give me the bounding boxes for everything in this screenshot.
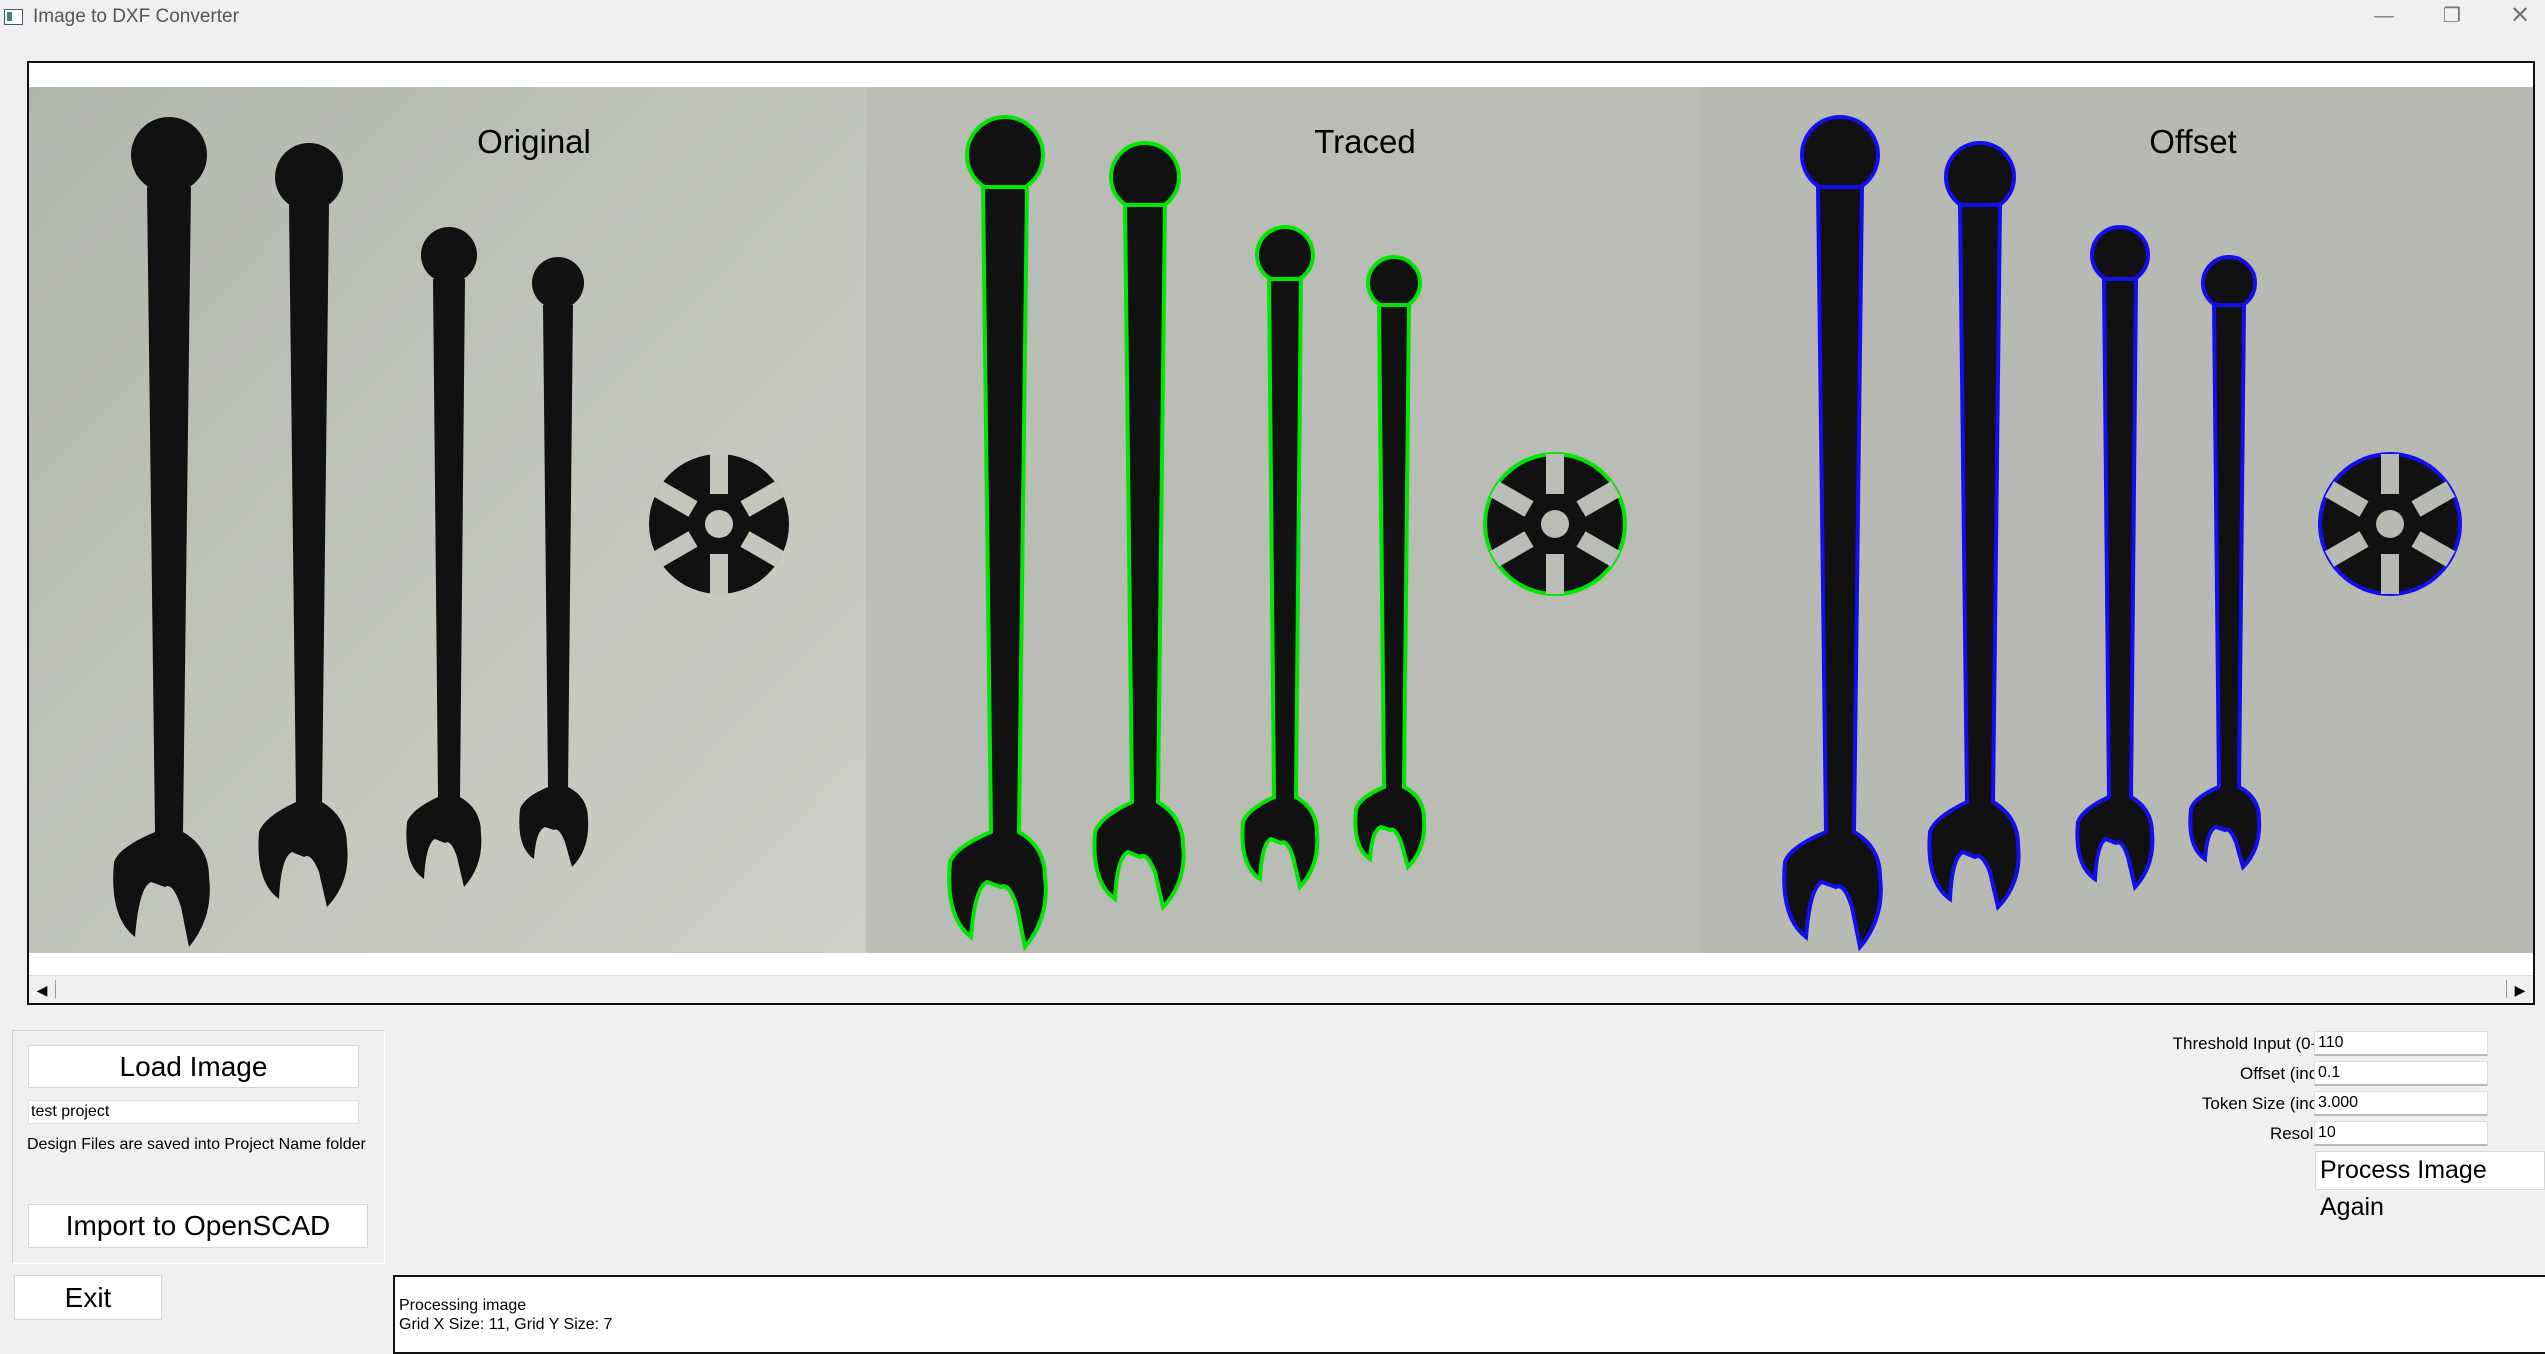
minimize-icon[interactable]: — [2350,0,2418,34]
project-name-input[interactable]: test project [28,1100,359,1124]
traced-panel [866,87,1700,953]
image-preview-frame: Original Traced Offset ◀ ▶ [27,61,2535,1005]
app-icon [4,9,23,25]
horizontal-scrollbar[interactable]: ◀ ▶ [29,975,2533,1003]
project-hint-text: Design Files are saved into Project Name… [27,1136,366,1153]
scrollbar-thumb[interactable] [55,980,2507,998]
status-line: Grid X Size: 11, Grid Y Size: 7 [399,1316,613,1333]
scroll-right-icon[interactable]: ▶ [2507,976,2533,1004]
resolution-input[interactable]: 10 [2314,1121,2488,1146]
load-image-button[interactable]: Load Image [28,1045,359,1088]
offset-panel [1700,87,2533,953]
threshold-input[interactable]: 110 [2314,1031,2488,1056]
traced-label: Traced [1314,123,1416,160]
title-bar: Image to DXF Converter — ❐ ✕ [0,0,2545,34]
window-title: Image to DXF Converter [33,6,239,27]
offset-input[interactable]: 0.1 [2314,1061,2488,1086]
exit-button[interactable]: Exit [14,1275,162,1320]
import-openscad-button[interactable]: Import to OpenSCAD [28,1204,368,1248]
offset-label: Offset [2149,123,2237,160]
close-icon[interactable]: ✕ [2486,0,2545,34]
status-line: Processing image [399,1297,527,1314]
original-label: Original [477,123,591,160]
status-log: Processing image Grid X Size: 11, Grid Y… [393,1275,2545,1354]
restore-icon[interactable]: ❐ [2418,0,2486,34]
token-size-input[interactable]: 3.000 [2314,1091,2488,1116]
original-panel [29,87,866,953]
process-image-again-button[interactable]: Process Image Again [2315,1151,2545,1221]
scroll-left-icon[interactable]: ◀ [29,976,55,1004]
image-preview-strip [29,87,2533,953]
